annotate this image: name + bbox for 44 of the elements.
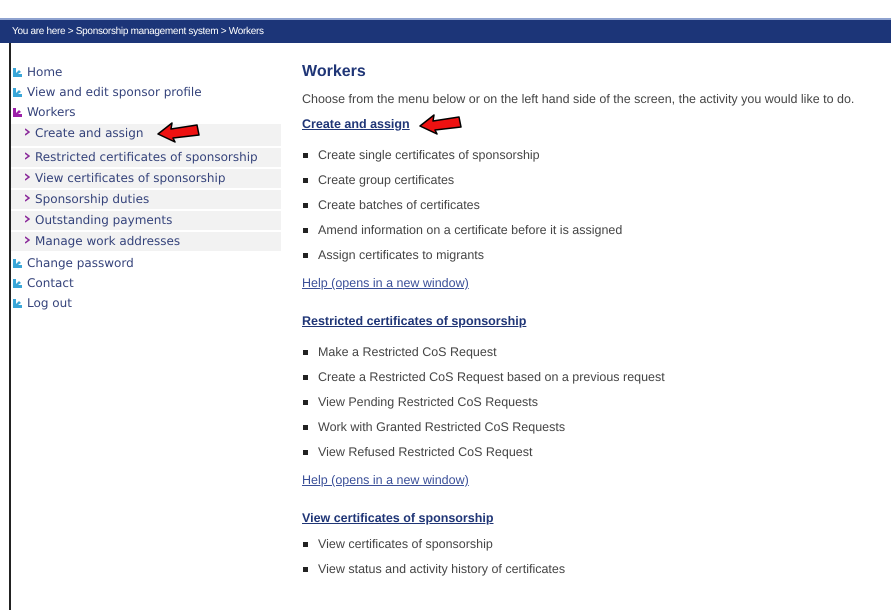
page-title: Workers	[302, 62, 367, 82]
bullet-icon	[303, 567, 308, 572]
chevron-icon	[25, 128, 30, 136]
list-item: Create batches of certificates	[318, 197, 480, 214]
bullet-icon	[303, 253, 308, 258]
list-item: Make a Restricted CoS Request	[318, 344, 497, 362]
list-item: Create single certificates of sponsorship	[318, 147, 540, 164]
list-item: Work with Granted Restricted CoS Requests	[318, 419, 566, 436]
breadcrumb: You are here > Sponsorship management system > Workers	[12, 25, 264, 39]
bullet-icon	[303, 425, 308, 430]
list-item: View Pending Restricted CoS Requests	[318, 394, 538, 412]
bullet-icon	[303, 450, 308, 455]
list-item: Create group certificates	[318, 172, 454, 190]
chevron-icon	[25, 236, 30, 244]
list-item: View status and activity history of certificates	[318, 561, 566, 578]
chevron-icon	[25, 173, 30, 181]
list-item: View Refused Restricted CoS Request	[318, 444, 532, 462]
list-item: View certificates of sponsorship	[318, 536, 493, 554]
list-item: Create a Restricted CoS Request based on a previous request	[318, 369, 665, 386]
bullet-icon	[303, 400, 308, 405]
bullet-icon	[303, 375, 308, 380]
bullet-icon	[303, 153, 308, 158]
help-link[interactable]: Help (opens in a new window)	[302, 472, 854, 488]
chevron-icon	[25, 215, 30, 223]
sidebar-item[interactable]: Change password	[27, 257, 134, 269]
bullet-icon	[303, 228, 308, 233]
bullet-icon	[303, 542, 308, 547]
list-item: Amend information on a certificate before it is assigned	[318, 222, 622, 240]
sidebar-item[interactable]: Contact	[27, 277, 74, 289]
section-heading-link[interactable]: Create and assign	[302, 116, 410, 132]
sidebar-item[interactable]: Workers	[27, 106, 76, 118]
list-item: Assign certificates to migrants	[318, 247, 484, 264]
bullet-icon	[303, 178, 308, 183]
chevron-icon	[25, 194, 30, 202]
section-heading-link[interactable]: View certificates of sponsorship	[302, 510, 494, 526]
sidebar-item[interactable]: View and edit sponsor profile	[27, 86, 202, 98]
help-link[interactable]: Help (opens in a new window)	[302, 275, 854, 291]
sidebar-item[interactable]: Home	[27, 66, 62, 78]
sidebar-item[interactable]: Log out	[27, 297, 72, 309]
chevron-icon	[25, 152, 30, 160]
bullet-icon	[303, 350, 308, 355]
section-heading-link[interactable]: Restricted certificates of sponsorship	[302, 313, 526, 329]
intro-text: Choose from the menu below or on the left hand side of the screen, the activity you would like to do.	[302, 91, 854, 107]
bullet-icon	[303, 203, 308, 208]
